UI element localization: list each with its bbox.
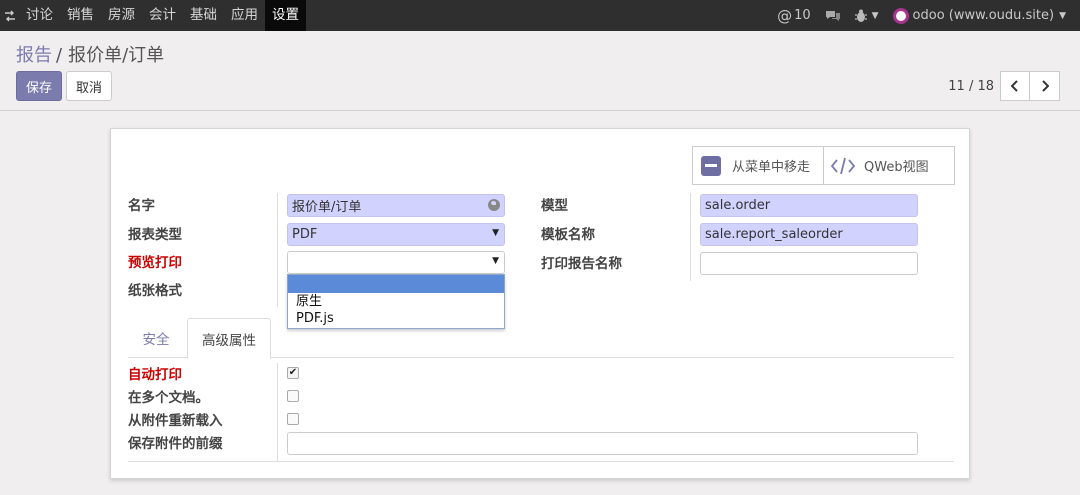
code-icon [830,157,856,174]
dropdown-arrow-icon: ▼ [492,256,499,266]
advanced-divider [277,363,278,461]
save-button[interactable]: 保存 [16,71,62,101]
remove-from-menu-label: 从菜单中移走 [732,160,811,175]
menu-settings[interactable]: 设置 [265,0,306,31]
template-name-field[interactable]: sale.report_saleorder [700,223,918,246]
dropdown-option-native[interactable]: 原生 [288,293,504,310]
breadcrumb-separator: / [56,45,63,66]
top-navbar: 讨论 销售 房源 会计 基础 应用 设置 @ 10 ▼ odoo (www.ou… [0,0,1080,31]
pager-next-button[interactable] [1030,71,1060,101]
group-divider-left [277,193,278,307]
template-name-label: 模板名称 [541,227,595,243]
mentions-button[interactable]: @ 10 [777,7,811,25]
dropdown-option-pdfjs[interactable]: PDF.js [288,310,504,327]
qweb-view-button[interactable]: QWeb视图 [824,147,954,184]
mentions-count: 10 [794,8,811,23]
minus-icon [701,155,721,176]
chevron-right-icon [1041,80,1049,92]
preview-print-select[interactable]: ▼ [287,251,505,274]
remove-from-menu-button[interactable]: 从菜单中移走 [693,147,824,184]
chevron-down-icon: ▼ [1059,10,1066,21]
control-panel: 报告 / 报价单/订单 保存 取消 11 / 18 [0,31,1080,111]
chevron-down-icon: ▼ [871,10,879,21]
menu-apps[interactable]: 应用 [224,0,265,31]
checkmark-icon: ✔ [288,367,298,378]
form-sheet: 从菜单中移走 QWeb视图 名字 报表类型 预览打印 纸张格式 报价单/订单 P… [110,128,970,479]
tab-security[interactable]: 安全 [128,318,184,358]
breadcrumb-parent-link[interactable]: 报告 [16,45,52,66]
name-field[interactable]: 报价单/订单 [287,194,505,217]
name-value: 报价单/订单 [292,200,362,215]
user-menu[interactable]: odoo (www.oudu.site) ▼ [892,7,1066,24]
attachment-prefix-field[interactable] [287,432,918,455]
notebook-tabs: 安全 高级属性 [128,318,954,359]
preview-print-label: 预览打印 [128,255,182,271]
print-report-name-field[interactable] [700,252,918,275]
page-bottom-divider [128,461,954,462]
report-type-value: PDF [292,227,318,242]
auto-print-checkbox[interactable]: ✔ [287,367,299,379]
dropdown-option-empty[interactable] [288,275,504,293]
pager: 11 / 18 [948,71,1060,101]
reload-from-attachment-label: 从附件重新载入 [128,413,223,429]
avatar [892,7,909,24]
attachment-prefix-label: 保存附件的前缀 [128,436,223,452]
breadcrumb: 报告 / 报价单/订单 [16,41,164,67]
at-icon: @ [777,6,793,25]
chat-icon [825,10,840,21]
menu-basics[interactable]: 基础 [183,0,224,31]
multi-docs-checkbox[interactable] [287,390,299,402]
breadcrumb-current: 报价单/订单 [68,45,165,66]
print-report-name-label: 打印报告名称 [541,256,622,272]
reload-from-attachment-checkbox[interactable] [287,413,299,425]
model-value: sale.order [705,198,771,213]
globe-icon[interactable] [488,199,500,211]
pager-previous-button[interactable] [1000,71,1030,101]
chat-button[interactable] [825,9,841,23]
report-type-select[interactable]: PDF ▼ [287,223,505,246]
cancel-button[interactable]: 取消 [66,71,112,101]
debug-menu-button[interactable]: ▼ [854,9,879,23]
button-box: 从菜单中移走 QWeb视图 [692,146,955,185]
menu-discuss[interactable]: 讨论 [19,0,60,31]
model-field[interactable]: sale.order [700,194,918,217]
tab-advanced[interactable]: 高级属性 [187,318,271,359]
pager-value[interactable]: 11 / 18 [948,79,994,94]
name-label: 名字 [128,198,155,214]
user-name: odoo (www.oudu.site) [912,8,1055,23]
menu-sales[interactable]: 销售 [60,0,101,31]
bug-icon [854,9,867,22]
menu-accounting[interactable]: 会计 [142,0,183,31]
chevron-left-icon [1011,80,1018,92]
paper-format-label: 纸张格式 [128,283,182,299]
dropdown-arrow-icon: ▼ [492,228,499,238]
report-type-label: 报表类型 [128,227,182,243]
group-divider-right [690,193,691,281]
app-switcher-icon[interactable] [1,0,19,31]
model-label: 模型 [541,198,568,214]
auto-print-label: 自动打印 [128,367,182,383]
preview-print-dropdown-list: 原生 PDF.js [287,274,505,329]
multi-docs-label: 在多个文档。 [128,390,209,406]
template-name-value: sale.report_saleorder [705,227,843,242]
qweb-view-label: QWeb视图 [864,160,929,175]
menu-property[interactable]: 房源 [101,0,142,31]
